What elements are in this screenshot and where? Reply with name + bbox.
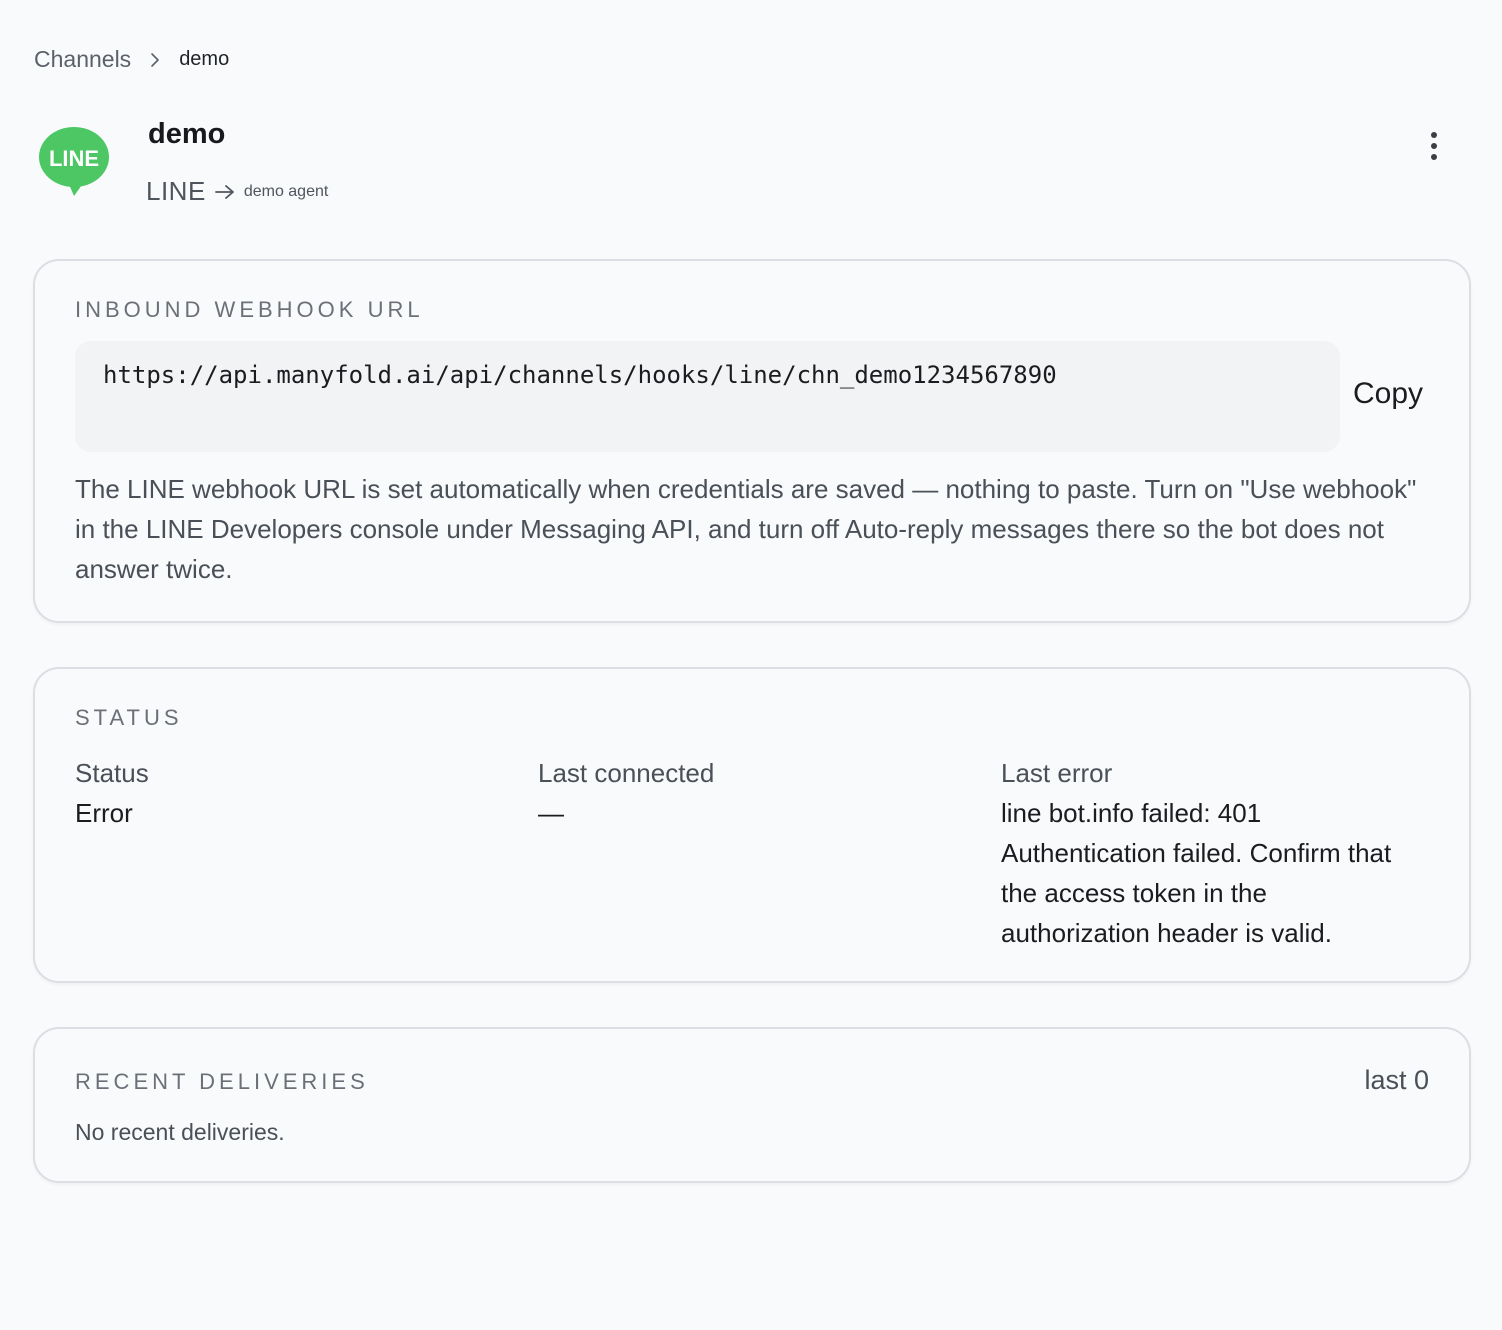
- channel-subtitle: LINE demo agent: [146, 176, 328, 207]
- line-logo-text: LINE: [49, 146, 99, 171]
- status-value: Error: [75, 798, 133, 828]
- webhook-url-field[interactable]: https://api.manyfold.ai/api/channels/hoo…: [75, 341, 1340, 452]
- chevron-right-icon: [149, 49, 161, 71]
- last-connected-column: Last connected —: [538, 753, 714, 833]
- channel-type: LINE: [146, 176, 206, 206]
- status-column: Status Error: [75, 753, 149, 833]
- status-heading: STATUS: [75, 705, 183, 730]
- breadcrumb: Channels demo: [34, 46, 229, 73]
- last-error-value: line bot.info failed: 401 Authentication…: [1001, 798, 1392, 948]
- webhook-heading: INBOUND WEBHOOK URL: [75, 297, 424, 322]
- webhook-help-text: The LINE webhook URL is set automaticall…: [75, 474, 1417, 584]
- more-vertical-icon[interactable]: [1418, 126, 1450, 166]
- channel-detail-page: Channels demo LINE demo LINE demo agent …: [0, 0, 1502, 1330]
- last-connected-value: —: [538, 798, 564, 828]
- deliveries-heading: RECENT DELIVERIES: [75, 1069, 369, 1094]
- agent-name[interactable]: demo agent: [244, 183, 329, 201]
- last-connected-label: Last connected: [538, 758, 715, 788]
- deliveries-empty-state: No recent deliveries.: [75, 1119, 285, 1145]
- breadcrumb-channels-link[interactable]: Channels: [34, 46, 131, 73]
- status-label: Status: [75, 758, 149, 788]
- last-error-column: Last error line bot.info failed: 401 Aut…: [1001, 753, 1421, 953]
- line-logo-icon: LINE: [38, 126, 110, 196]
- channel-title: demo: [148, 118, 226, 150]
- copy-button[interactable]: Copy: [1353, 377, 1423, 411]
- last-error-label: Last error: [1001, 758, 1113, 788]
- recent-deliveries-card: RECENT DELIVERIES last 0 No recent deliv…: [33, 1027, 1471, 1183]
- breadcrumb-current: demo: [179, 48, 230, 70]
- arrow-right-icon: [214, 183, 236, 201]
- webhook-card: INBOUND WEBHOOK URL https://api.manyfold…: [33, 259, 1471, 623]
- deliveries-count: last 0: [1364, 1065, 1429, 1095]
- status-card: STATUS Status Error Last connected — Las…: [33, 667, 1471, 983]
